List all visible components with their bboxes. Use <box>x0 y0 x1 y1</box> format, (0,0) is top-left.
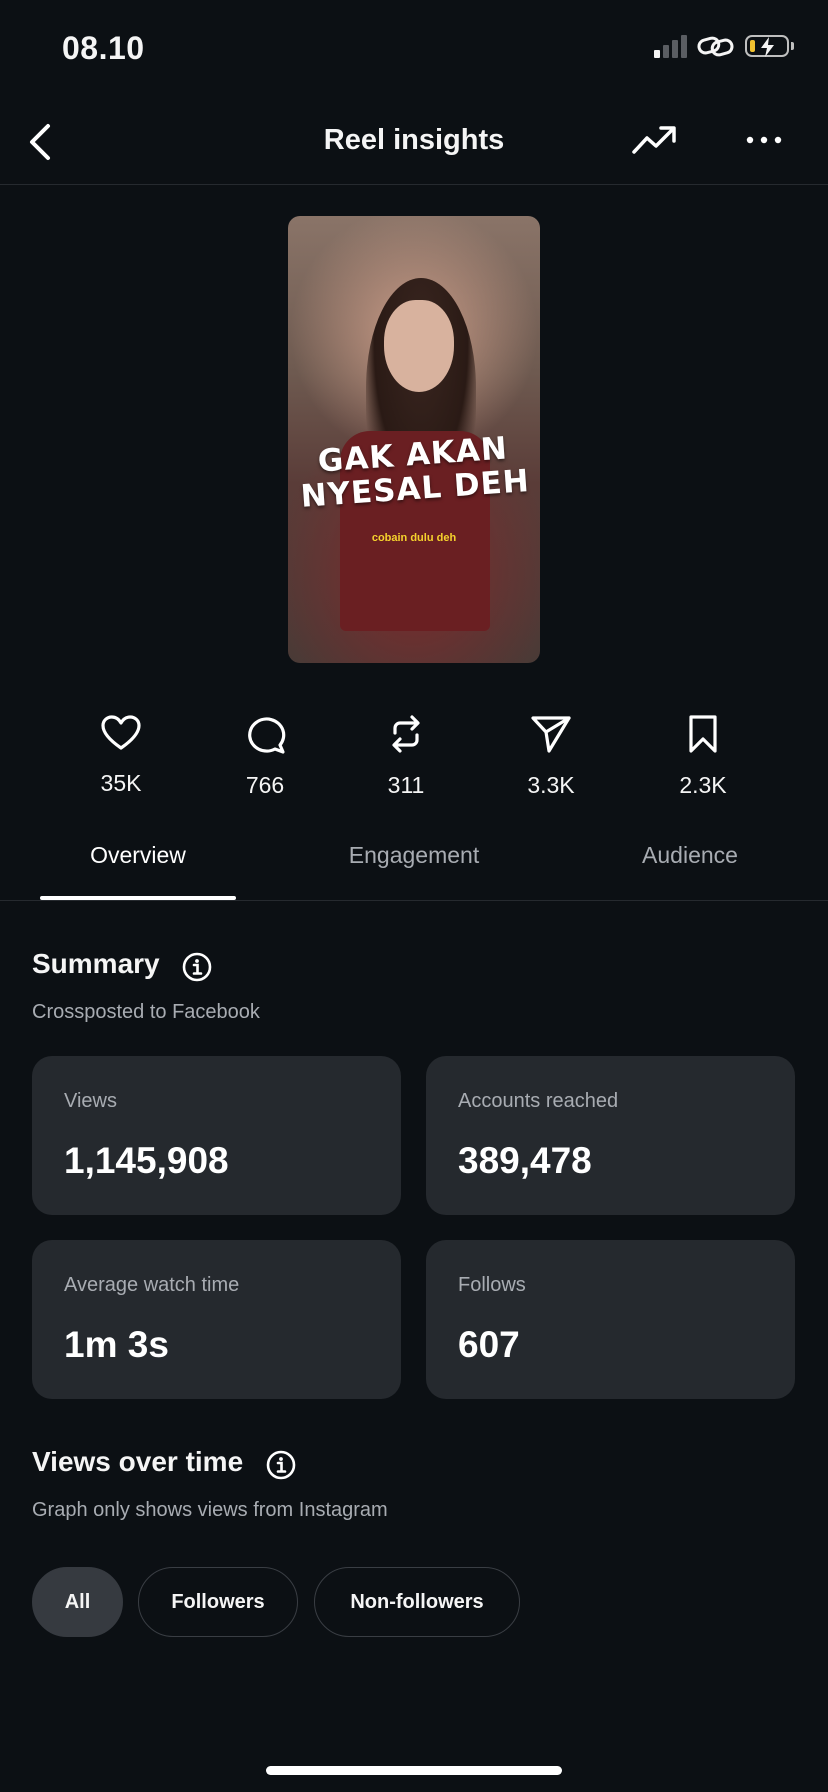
battery-icon <box>745 35 789 57</box>
summary-subtitle: Crossposted to Facebook <box>32 1001 260 1023</box>
share-icon <box>531 716 571 753</box>
metric-card-average-watch-time: Average watch time 1m 3s <box>32 1240 401 1399</box>
header-bar: Reel insights <box>0 100 828 185</box>
page-title: Reel insights <box>323 124 505 156</box>
repost-icon <box>392 715 420 753</box>
thumbnail-subcaption: cobain dulu deh <box>371 532 457 544</box>
home-indicator[interactable] <box>266 1766 562 1775</box>
metric-value: 389,478 <box>458 1140 592 1181</box>
metric-value: 607 <box>458 1324 520 1365</box>
metric-card-views: Views 1,145,908 <box>32 1056 401 1215</box>
insights-tabs: Overview Engagement Audience <box>0 832 828 901</box>
status-time: 08.10 <box>62 30 145 66</box>
thumbnail-face <box>384 300 454 392</box>
tab-engagement[interactable]: Engagement <box>314 842 514 869</box>
stat-likes: 35K <box>66 714 176 797</box>
trending-up-icon <box>632 126 676 154</box>
signal-icon <box>654 34 687 58</box>
reel-thumbnail[interactable]: GAK AKAN NYESAL DEH cobain dulu deh <box>288 216 540 663</box>
stat-value: 766 <box>245 772 285 798</box>
stat-comments: 766 <box>210 714 320 799</box>
stat-saves: 2.3K <box>648 714 758 799</box>
metric-label: Accounts reached <box>458 1090 619 1112</box>
tab-overview[interactable]: Overview <box>40 842 236 869</box>
metric-card-accounts-reached: Accounts reached 389,478 <box>426 1056 795 1215</box>
metric-label: Views <box>64 1090 117 1112</box>
info-icon[interactable] <box>266 1450 296 1480</box>
stat-value: 3.3K <box>527 772 575 798</box>
metric-value: 1,145,908 <box>64 1140 229 1181</box>
filter-chip-non-followers[interactable]: Non-followers <box>314 1567 520 1637</box>
stat-reposts: 311 <box>351 714 461 799</box>
stat-value: 311 <box>387 772 425 798</box>
more-horizontal-icon <box>746 136 782 144</box>
more-options-button[interactable] <box>744 120 784 160</box>
filter-chip-all[interactable]: All <box>32 1567 123 1637</box>
metric-value: 1m 3s <box>64 1324 169 1365</box>
trend-button[interactable] <box>630 120 678 160</box>
summary-title: Summary <box>32 948 160 979</box>
heart-icon <box>101 715 141 750</box>
stat-value: 2.3K <box>679 772 727 798</box>
bookmark-icon <box>689 715 717 753</box>
metric-card-follows: Follows 607 <box>426 1240 795 1399</box>
battery-nub <box>791 42 794 50</box>
stat-value: 35K <box>100 770 142 796</box>
comment-icon <box>248 717 286 754</box>
stat-shares: 3.3K <box>496 714 606 799</box>
link-icon <box>697 36 734 57</box>
tab-audience[interactable]: Audience <box>590 842 790 869</box>
filter-chip-followers[interactable]: Followers <box>138 1567 298 1637</box>
views-over-time-subtitle: Graph only shows views from Instagram <box>32 1499 388 1521</box>
active-tab-indicator <box>40 896 236 900</box>
views-over-time-title: Views over time <box>32 1446 244 1477</box>
metric-label: Follows <box>458 1274 526 1296</box>
metric-label: Average watch time <box>64 1274 240 1296</box>
status-icons <box>654 34 794 58</box>
info-icon[interactable] <box>182 952 212 982</box>
